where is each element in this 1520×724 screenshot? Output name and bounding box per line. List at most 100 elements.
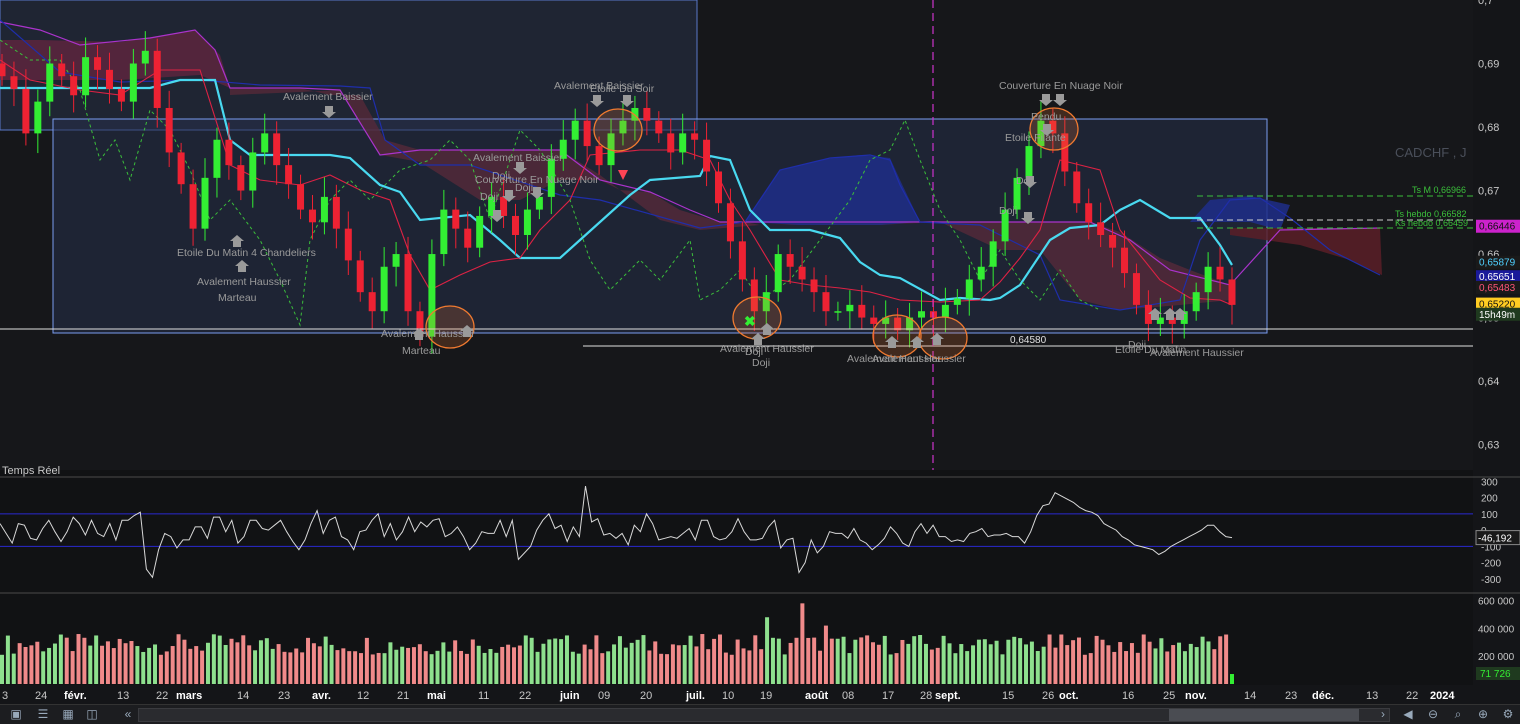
volume-bar: [282, 651, 287, 684]
volume-bar: [641, 635, 646, 684]
volume-bar: [806, 637, 811, 684]
candle-body: [82, 57, 90, 96]
volume-bar: [123, 643, 128, 684]
pattern-label: Doji: [999, 205, 1017, 217]
prev-icon[interactable]: ◀: [1400, 707, 1416, 722]
volume-bar: [453, 640, 458, 684]
osc-tick-label: 100: [1481, 510, 1498, 521]
osc-tick-label: -300: [1481, 575, 1501, 586]
monitor-icon[interactable]: ▣: [8, 707, 24, 722]
volume-bar: [52, 643, 57, 684]
pattern-label: Etoile Du Soir: [590, 83, 655, 95]
candle-body: [249, 152, 257, 191]
pattern-circle: [593, 108, 643, 152]
candle-body: [1025, 146, 1033, 178]
x-tick-label: 26: [1042, 690, 1054, 702]
volume-bar: [876, 644, 881, 684]
search-icon[interactable]: ⌕: [1450, 707, 1466, 722]
candle-body: [117, 88, 125, 102]
osc-tick-label: 200: [1481, 494, 1498, 505]
volume-bar: [712, 638, 717, 684]
volume-bar: [111, 648, 116, 684]
grid-icon[interactable]: ▦: [60, 707, 76, 722]
volume-bar: [1147, 641, 1152, 684]
volume-bar: [770, 637, 775, 684]
volume-bar: [200, 650, 205, 684]
candle-body: [1097, 222, 1105, 235]
instrument-watermark: CADCHF , J: [1395, 145, 1467, 160]
candle-body: [511, 215, 519, 235]
volume-bar: [612, 644, 617, 684]
volume-bar: [88, 645, 93, 684]
volume-bar: [1129, 643, 1134, 684]
volume-bar: [670, 644, 675, 684]
list-icon[interactable]: ☰: [35, 707, 51, 722]
volume-bar: [529, 637, 534, 684]
scrollbar-thumb[interactable]: [1169, 709, 1359, 721]
volume-bar: [594, 635, 599, 684]
horizontal-scrollbar[interactable]: [138, 708, 1390, 722]
volume-bar: [847, 653, 852, 684]
pattern-label: Doji: [1128, 339, 1146, 351]
candle-body: [297, 184, 305, 210]
volume-bar: [735, 639, 740, 684]
volume-bar: [747, 650, 752, 684]
price-tag: 15h49m: [1479, 310, 1515, 321]
volume-bar: [423, 651, 428, 684]
volume-bar: [1088, 653, 1093, 684]
candle-body: [965, 279, 973, 299]
zoom-out-icon[interactable]: ⊖: [1425, 707, 1441, 722]
volume-bar: [1035, 651, 1040, 684]
zoom-in-icon[interactable]: ⊕: [1475, 707, 1491, 722]
volume-bar: [506, 644, 511, 684]
volume-bar: [158, 654, 163, 684]
volume-bar: [294, 648, 299, 684]
volume-bar: [0, 654, 4, 684]
volume-bar: [741, 648, 746, 684]
x-tick-label: 22: [1406, 690, 1418, 702]
volume-bar: [717, 634, 722, 684]
pattern-label: Avalement Haussier: [720, 343, 814, 355]
volume-bar: [706, 649, 711, 684]
bottom-toolbar: ▣ ☰ ▦ ◫ « › ◀ ⊖ ⌕ ⊕ ⚙: [0, 704, 1520, 724]
candle-body: [261, 133, 269, 153]
volume-bar: [1024, 644, 1029, 684]
candle-body: [1204, 266, 1212, 293]
volume-bar: [941, 635, 946, 684]
volume-bar: [947, 643, 952, 684]
volume-bar: [559, 639, 564, 684]
volume-bar: [23, 647, 28, 684]
scroll-left-button[interactable]: «: [120, 707, 136, 722]
chart-icon[interactable]: ◫: [84, 707, 100, 722]
x-tick-label: 12: [357, 690, 369, 702]
volume-bar: [512, 647, 517, 684]
candle-body: [10, 76, 18, 89]
volume-bar: [635, 639, 640, 684]
candle-body: [356, 260, 364, 293]
volume-bar: [1177, 642, 1182, 684]
chart-canvas[interactable]: 0,70,690,680,670,660,650,640,630,64580Ts…: [0, 0, 1520, 704]
volume-bar: [70, 651, 75, 684]
volume-bar: [1224, 634, 1229, 684]
volume-bar: [82, 637, 87, 684]
y-tick-label: 0,67: [1478, 186, 1499, 198]
volume-bar: [1118, 642, 1123, 684]
volume-bar: [376, 652, 381, 684]
volume-bar: [1065, 645, 1070, 684]
candle-body: [392, 254, 400, 267]
settings-icon[interactable]: ⚙: [1500, 707, 1516, 722]
volume-bar: [900, 639, 905, 684]
volume-bar: [164, 651, 169, 684]
candle-body: [189, 184, 197, 229]
volume-bar: [729, 654, 734, 684]
volume-bar: [394, 649, 399, 684]
volume-bar: [523, 635, 528, 684]
volume-bar: [1206, 641, 1211, 684]
volume-bar: [258, 640, 263, 684]
candle-body: [786, 254, 794, 267]
volume-bar: [1159, 638, 1164, 684]
volume-bar: [464, 653, 469, 684]
scroll-right-button[interactable]: ›: [1375, 707, 1391, 722]
volume-bar: [959, 644, 964, 684]
vol-tick-label: 400 000: [1478, 624, 1515, 635]
